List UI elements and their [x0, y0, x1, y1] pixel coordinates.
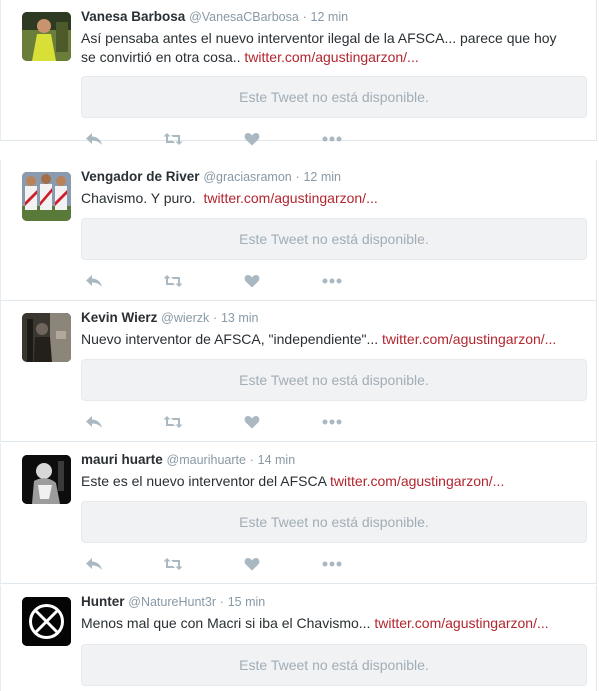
tweet-text: Menos mal que con Macri si iba el Chavis…	[81, 614, 586, 633]
reply-icon[interactable]	[83, 414, 105, 430]
unavailable-tweet-card: Este Tweet no está disponible.	[81, 644, 587, 686]
more-dots-icon[interactable]	[321, 414, 343, 430]
separator-dot: ·	[219, 595, 224, 609]
avatar[interactable]	[22, 313, 71, 362]
tweet-feed: Vanesa Barbosa @VanesaCBarbosa · 12 min …	[0, 0, 599, 691]
tweet-text: Este es el nuevo interventor del AFSCA t…	[81, 472, 586, 491]
avatar[interactable]	[22, 172, 71, 221]
avatar[interactable]	[22, 12, 71, 61]
more-dots-icon[interactable]	[321, 273, 343, 289]
tweet-link[interactable]: twitter.com/agustingarzon/...	[203, 190, 377, 206]
like-heart-icon[interactable]	[241, 556, 263, 572]
user-handle[interactable]: @graciasramon	[203, 170, 291, 184]
user-name[interactable]: Vanesa Barbosa	[81, 9, 185, 24]
user-name[interactable]: Kevin Wierz	[81, 310, 157, 325]
separator-dot: ·	[302, 10, 307, 24]
user-name[interactable]: Hunter	[81, 594, 125, 609]
unavailable-tweet-card: Este Tweet no está disponible.	[81, 501, 587, 543]
tweet-header: Vengador de River @graciasramon · 12 min	[81, 169, 341, 184]
user-handle[interactable]: @NatureHunt3r	[128, 595, 216, 609]
tweet-text: Chavismo. Y puro. twitter.com/agustingar…	[81, 189, 586, 208]
tweet-text-line: se convirtió en otra cosa..	[81, 49, 245, 65]
tweet-header: Kevin Wierz @wierzk · 13 min	[81, 310, 259, 325]
tweet-text-line: Menos mal que con Macri si iba el Chavis…	[81, 615, 375, 631]
tweet-text-line: Nuevo interventor de AFSCA, "independien…	[81, 331, 383, 347]
retweet-icon[interactable]	[162, 273, 184, 289]
reply-icon[interactable]	[83, 556, 105, 572]
more-dots-icon[interactable]	[321, 556, 343, 572]
retweet-icon[interactable]	[162, 556, 184, 572]
tweet-text: Nuevo interventor de AFSCA, "independien…	[81, 330, 586, 349]
timestamp[interactable]: 12 min	[303, 170, 341, 184]
tweet-card[interactable]: Hunter @NatureHunt3r · 15 min Menos mal …	[0, 585, 597, 691]
reply-icon[interactable]	[83, 273, 105, 289]
tweet-link[interactable]: twitter.com/agustingarzon/...	[244, 49, 418, 65]
tweet-link[interactable]: twitter.com/agustingarzon/...	[382, 331, 556, 347]
separator-dot: ·	[213, 311, 218, 325]
timestamp[interactable]: 15 min	[228, 595, 266, 609]
tweet-card[interactable]: Vanesa Barbosa @VanesaCBarbosa · 12 min …	[0, 0, 597, 146]
timestamp[interactable]: 12 min	[311, 10, 349, 24]
retweet-icon[interactable]	[162, 131, 184, 147]
timestamp[interactable]: 14 min	[258, 453, 296, 467]
tweet-text-line: Chavismo. Y puro.	[81, 190, 204, 206]
separator-dot: ·	[249, 453, 254, 467]
separator-dot: ·	[295, 170, 300, 184]
user-handle[interactable]: @wierzk	[161, 311, 209, 325]
tweet-card[interactable]: Vengador de River @graciasramon · 12 min…	[0, 160, 597, 301]
user-name[interactable]: Vengador de River	[81, 169, 200, 184]
tweet-header: mauri huarte @maurihuarte · 14 min	[81, 452, 295, 467]
avatar[interactable]	[22, 597, 71, 646]
unavailable-tweet-card: Este Tweet no está disponible.	[81, 76, 587, 118]
tweet-card[interactable]: mauri huarte @maurihuarte · 14 min Este …	[0, 443, 597, 584]
tweet-header: Hunter @NatureHunt3r · 15 min	[81, 594, 265, 609]
unavailable-tweet-card: Este Tweet no está disponible.	[81, 359, 587, 401]
tweet-text-line: Este es el nuevo interventor del AFSCA	[81, 473, 331, 489]
unavailable-tweet-card: Este Tweet no está disponible.	[81, 218, 587, 260]
like-heart-icon[interactable]	[241, 131, 263, 147]
tweet-text: Así pensaba antes el nuevo interventor i…	[81, 29, 586, 67]
tweet-header: Vanesa Barbosa @VanesaCBarbosa · 12 min	[81, 9, 348, 24]
timestamp[interactable]: 13 min	[221, 311, 259, 325]
user-handle[interactable]: @maurihuarte	[167, 453, 246, 467]
reply-icon[interactable]	[83, 131, 105, 147]
user-handle[interactable]: @VanesaCBarbosa	[189, 10, 299, 24]
more-dots-icon[interactable]	[321, 131, 343, 147]
user-name[interactable]: mauri huarte	[81, 452, 163, 467]
tweet-card[interactable]: Kevin Wierz @wierzk · 13 min Nuevo inter…	[0, 301, 597, 442]
retweet-icon[interactable]	[162, 414, 184, 430]
tweet-text-line: Así pensaba antes el nuevo interventor i…	[81, 30, 557, 46]
avatar[interactable]	[22, 455, 71, 504]
tweet-link[interactable]: twitter.com/agustingarzon/...	[330, 473, 504, 489]
like-heart-icon[interactable]	[241, 414, 263, 430]
like-heart-icon[interactable]	[241, 273, 263, 289]
tweet-link[interactable]: twitter.com/agustingarzon/...	[374, 615, 548, 631]
